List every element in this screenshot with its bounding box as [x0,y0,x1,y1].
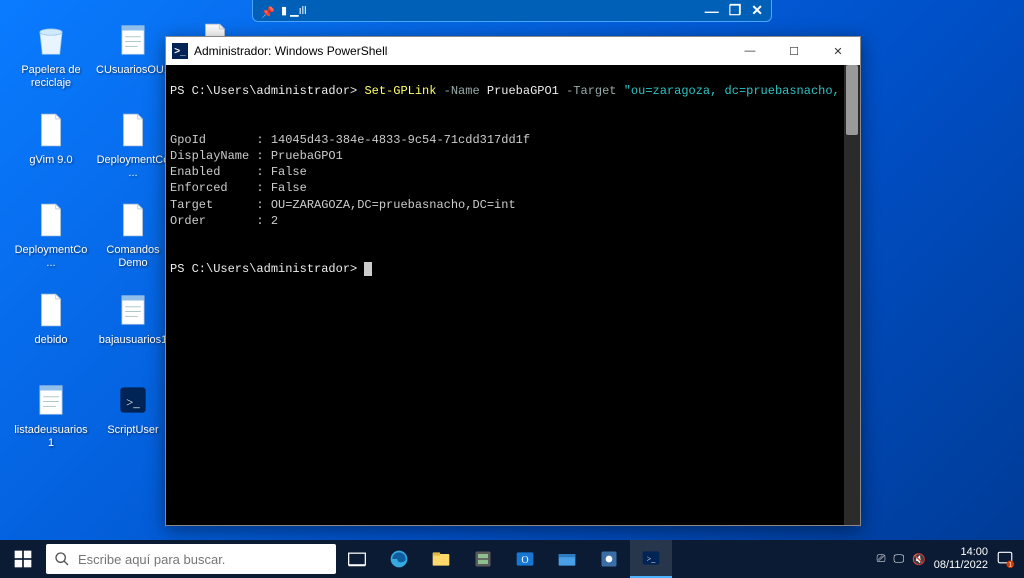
tray-icon[interactable]: ⎚ [877,553,886,566]
icon-label: bajausuarios1 [96,334,170,347]
volume-icon[interactable]: 🔇 [912,553,926,566]
desktop-icon-deploy1[interactable]: DeploymentCo... [96,110,170,179]
desktop-icon-gvim[interactable]: gVim 9.0 [14,110,88,167]
desktop-icon-cusr[interactable]: CUsuariosOU1 [96,20,170,77]
search-icon [54,551,70,567]
powershell-window: >_ Administrador: Windows PowerShell — ☐… [165,36,861,526]
file-icon [113,200,153,240]
notepad-icon [113,20,153,60]
notepad-icon [113,290,153,330]
taskbar-app-folder2[interactable] [546,540,588,578]
desktop-icon-cmddemo[interactable]: Comandos Demo [96,200,170,269]
taskbar-app-explorer[interactable] [420,540,462,578]
window-title: Administrador: Windows PowerShell [194,44,728,58]
icon-label: Comandos Demo [96,244,170,269]
taskbar-clock[interactable]: 14:00 08/11/2022 [934,546,988,571]
window-minimize[interactable]: — [728,37,772,65]
clock-date: 08/11/2022 [934,559,988,572]
notifications-icon[interactable]: 1 [996,550,1014,568]
network-icon[interactable]: 🖵 [893,553,904,566]
start-button[interactable] [0,540,46,578]
search-placeholder: Escribe aquí para buscar. [78,552,225,567]
taskbar-app-outlook[interactable]: O [504,540,546,578]
svg-text:>_: >_ [647,554,657,563]
scrollbar-thumb[interactable] [846,65,858,135]
svg-text:>_: >_ [126,395,140,409]
arg: PruebaGPO1 [487,84,559,98]
icon-label: debido [14,334,88,347]
terminal-body[interactable]: PS C:\Users\administrador> Set-GPLink -N… [166,65,860,525]
desktop-icon-bajas[interactable]: bajausuarios1 [96,290,170,347]
bin-icon [31,20,71,60]
notepad-icon [31,380,71,420]
prompt: PS C:\Users\administrador> [170,84,357,98]
flag: -Target [566,84,616,98]
flag: -Name [444,84,480,98]
desktop-icon-debido[interactable]: debido [14,290,88,347]
ps-icon: >_ [113,380,153,420]
svg-text:O: O [521,555,528,566]
icon-label: CUsuariosOU1 [96,64,170,77]
terminal-output: GpoId : 14045d43-384e-4833-9c54-71cdd317… [170,133,530,228]
file-icon [31,110,71,150]
desktop-icon-deploy2[interactable]: DeploymentCo... [14,200,88,269]
desktop-icon-su[interactable]: >_ ScriptUser [96,380,170,437]
taskbar: Escribe aquí para buscar. O >_ ⎚ 🖵 🔇 14:… [0,540,1024,578]
taskbar-search[interactable]: Escribe aquí para buscar. [46,544,336,574]
arg: "ou=zaragoza, dc=pruebasnacho, dc=int" [624,84,860,98]
prompt: PS C:\Users\administrador> [170,262,357,276]
desktop-icon-recycle[interactable]: Papelera de reciclaje [14,20,88,89]
icon-label: listadeusuarios1 [14,424,88,449]
taskbar-app-edge[interactable] [378,540,420,578]
file-icon [31,200,71,240]
taskbar-app-servermgr[interactable] [462,540,504,578]
powershell-icon: >_ [172,43,188,59]
window-titlebar[interactable]: >_ Administrador: Windows PowerShell — ☐… [166,37,860,65]
taskbar-app-powershell[interactable]: >_ [630,540,672,578]
file-icon [113,110,153,150]
system-tray[interactable]: ⎚ 🖵 🔇 14:00 08/11/2022 1 [867,546,1024,571]
cursor [364,262,372,276]
icon-label: gVim 9.0 [14,154,88,167]
icon-label: Papelera de reciclaje [14,64,88,89]
desktop-icon-lista[interactable]: listadeusuarios1 [14,380,88,449]
clock-time: 14:00 [934,546,988,559]
task-view-button[interactable] [336,540,378,578]
taskbar-app-settings[interactable] [588,540,630,578]
icon-label: DeploymentCo... [14,244,88,269]
icon-label: DeploymentCo... [96,154,170,179]
file-icon [31,290,71,330]
cmdlet: Set-GPLink [364,84,436,98]
icon-label: ScriptUser [96,424,170,437]
scrollbar[interactable] [844,65,860,525]
window-close[interactable]: ✕ [816,37,860,65]
window-maximize[interactable]: ☐ [772,37,816,65]
